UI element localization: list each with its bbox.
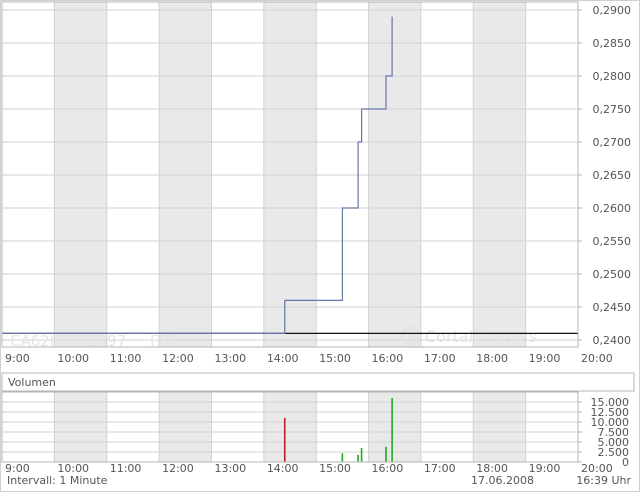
price-x-tick-label: 12:00	[162, 352, 194, 365]
price-x-tick-label: 9:00	[5, 352, 30, 365]
volume-x-tick-label: 17:00	[424, 462, 456, 475]
price-y-tick-label: 0,2600	[593, 202, 632, 215]
price-y-tick-label: 0,2850	[593, 37, 632, 50]
price-y-tick-label: 0,2650	[593, 169, 632, 182]
price-x-tick-label: 14:00	[267, 352, 299, 365]
price-x-tick-label: 19:00	[529, 352, 561, 365]
volume-x-tick-label: 15:00	[319, 462, 351, 475]
footer-time: 16:39 Uhr	[576, 474, 631, 487]
volume-x-tick-label: 12:00	[162, 462, 194, 475]
footer: Intervall: 1 Minute 17.06.2008 16:39 Uhr	[7, 474, 631, 487]
price-y-tick-label: 0,2900	[593, 4, 632, 17]
price-x-tick-label: 17:00	[424, 352, 456, 365]
price-x-tick-label: 13:00	[214, 352, 246, 365]
footer-date: 17.06.2008	[471, 474, 534, 487]
watermark-brand: CortalConsors	[425, 327, 537, 346]
volume-title-box-rect	[1, 372, 635, 392]
volume-title-box	[1, 372, 635, 392]
chart-root: CA6289541097 FRA CortalConsors 0,2400 0,2…	[0, 0, 640, 492]
price-y-tick-label: 0,2700	[593, 136, 632, 149]
price-panel: CA6289541097 FRA CortalConsors 0,24000,2…	[1, 1, 631, 365]
price-x-tick-labels: 9:00 10:00 11:00 12:00 13:00 14:00 15:00 16:00 1…	[5, 352, 613, 365]
price-y-tick-label: 0,2450	[593, 301, 632, 314]
footer-interval: Intervall: 1 Minute	[7, 474, 108, 487]
price-y-tick-label: 0,2800	[593, 70, 632, 83]
price-x-tick-label: 15:00	[319, 352, 351, 365]
volume-y-tick-labels: 02.5005.0007.50010.00012.50015.000	[578, 396, 629, 469]
price-x-tick-label: 10:00	[57, 352, 89, 365]
chart-svg: CA6289541097 FRA CortalConsors 0,24000,2…	[0, 0, 640, 492]
price-x-tick-label: 18:00	[476, 352, 508, 365]
price-y-tick-labels: 0,2400 0,2450 0,2500 0,2550 0,2600 0,2650 0,27…	[578, 4, 631, 347]
price-y-tick-label: 0,2500	[593, 268, 632, 281]
price-x-tick-label: 16:00	[372, 352, 404, 365]
price-y-tick-label: 0,2750	[593, 103, 632, 116]
volume-x-tick-label: 11:00	[110, 462, 142, 475]
volume-title: Volumen	[8, 376, 56, 389]
volume-x-tick-label: 13:00	[214, 462, 246, 475]
price-y-tick-label: 0,2550	[593, 235, 632, 248]
volume-x-tick-label: 14:00	[267, 462, 299, 475]
volume-panel: Volumen 02.5005.0007.50010.00012.50015.0…	[1, 372, 635, 475]
price-x-tick-label: 11:00	[110, 352, 142, 365]
volume-y-tick-label: 15.000	[591, 396, 630, 409]
price-y-tick-label: 0,2400	[593, 334, 632, 347]
price-x-tick-label: 20:00	[581, 352, 613, 365]
volume-x-tick-label: 16:00	[372, 462, 404, 475]
